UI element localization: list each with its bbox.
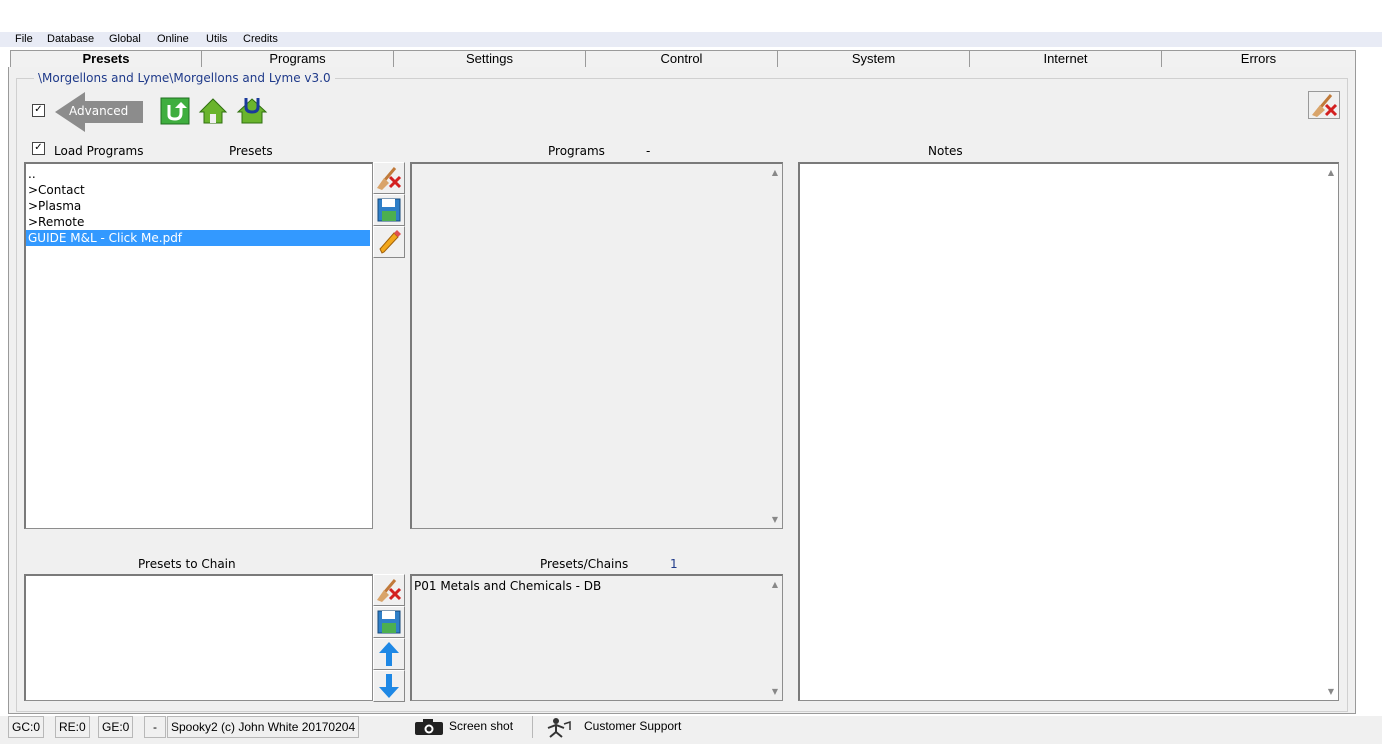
scroll-down-icon[interactable]: ▼ (772, 687, 778, 696)
status-bar: GC:0 RE:0 GE:0 - Spooky2 (c) John White … (0, 716, 1382, 744)
notes-title: Notes (928, 144, 963, 158)
tab-settings[interactable]: Settings (393, 50, 585, 67)
programs-list[interactable]: ▲ ▼ (410, 162, 783, 529)
menu-bar: File Database Global Online Utils Credit… (0, 32, 1382, 47)
save-preset-icon[interactable] (373, 194, 405, 226)
arrow-up-icon[interactable] (373, 638, 405, 670)
tab-strip: Presets Programs Settings Control System… (10, 50, 1356, 69)
menu-utils[interactable]: Utils (206, 33, 227, 45)
delete-preset-icon[interactable] (373, 162, 405, 194)
menu-file[interactable]: File (15, 33, 33, 45)
presets-chains-count: 1 (670, 557, 678, 571)
list-item[interactable]: .. (28, 166, 36, 182)
presets-list[interactable]: .. >Contact >Plasma >Remote GUIDE M&L - … (24, 162, 373, 529)
tab-internet[interactable]: Internet (969, 50, 1161, 67)
status-copyright: Spooky2 (c) John White 20170204 (167, 716, 360, 738)
programs-title: Programs (548, 144, 605, 158)
presets-chains-title: Presets/Chains (540, 557, 629, 571)
customer-support-button[interactable]: Customer Support (581, 716, 684, 736)
refresh-icon[interactable] (160, 97, 190, 125)
edit-preset-icon[interactable] (373, 226, 405, 258)
tab-control[interactable]: Control (585, 50, 777, 67)
list-item[interactable]: P01 Metals and Chemicals - DB (414, 578, 601, 594)
tab-programs[interactable]: Programs (201, 50, 393, 67)
list-item[interactable]: >Plasma (28, 198, 81, 214)
preset-path: \Morgellons and Lyme\Morgellons and Lyme… (34, 71, 335, 85)
broom-icon[interactable] (1308, 91, 1340, 119)
camera-icon[interactable] (414, 718, 444, 736)
support-icon[interactable] (540, 716, 576, 738)
presets-to-chain-list[interactable] (24, 574, 373, 701)
menu-online[interactable]: Online (157, 33, 189, 45)
menu-global[interactable]: Global (109, 33, 141, 45)
load-programs-checkbox[interactable]: ✓ (32, 142, 45, 155)
programs-count: - (646, 144, 651, 158)
scroll-down-icon[interactable]: ▼ (772, 515, 778, 524)
home-u-icon[interactable] (236, 95, 268, 125)
menu-credits[interactable]: Credits (243, 33, 278, 45)
advanced-checkbox[interactable]: ✓ (32, 104, 45, 117)
scroll-up-icon[interactable]: ▲ (772, 168, 778, 177)
load-programs-label: Load Programs (54, 144, 144, 158)
list-item-selected[interactable]: GUIDE M&L - Click Me.pdf (26, 230, 370, 246)
tab-system[interactable]: System (777, 50, 969, 67)
presets-to-chain-title: Presets to Chain (138, 557, 236, 571)
tab-errors[interactable]: Errors (1161, 50, 1356, 67)
screenshot-button[interactable]: Screen shot (446, 716, 516, 736)
arrow-down-icon[interactable] (373, 670, 405, 702)
save-chain-icon[interactable] (373, 606, 405, 638)
status-gc: GC:0 (8, 716, 45, 738)
notes-area[interactable]: ▲ ▼ (798, 162, 1339, 701)
delete-chain-icon[interactable] (373, 574, 405, 606)
list-item[interactable]: >Remote (28, 214, 84, 230)
status-ge: GE:0 (98, 716, 134, 738)
status-dash: - (144, 716, 166, 738)
menu-database[interactable]: Database (47, 33, 94, 45)
status-divider (532, 716, 533, 738)
status-re: RE:0 (55, 716, 90, 738)
presets-chains-list[interactable]: P01 Metals and Chemicals - DB ▲ ▼ (410, 574, 783, 701)
list-item[interactable]: >Contact (28, 182, 85, 198)
scroll-up-icon[interactable]: ▲ (772, 580, 778, 589)
scroll-down-icon[interactable]: ▼ (1328, 687, 1334, 696)
presets-title: Presets (229, 144, 273, 158)
advanced-label: Advanced (69, 104, 129, 118)
home-icon[interactable] (198, 97, 228, 125)
scroll-up-icon[interactable]: ▲ (1328, 168, 1334, 177)
